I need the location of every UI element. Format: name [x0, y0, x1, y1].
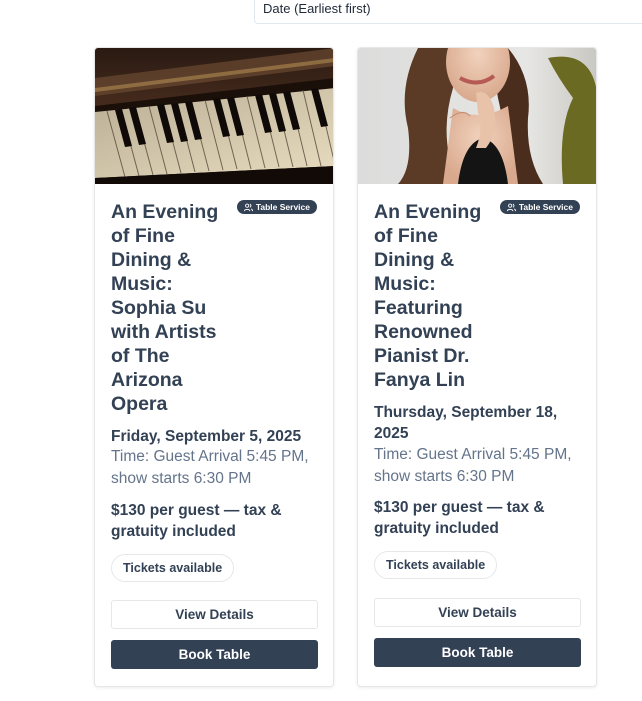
- pianist-portrait-image: [358, 48, 596, 184]
- event-card: Table Service An Evening of Fine Dining …: [357, 47, 597, 687]
- users-icon: [243, 203, 253, 211]
- event-time: Time: Guest Arrival 5:45 PM, show starts…: [111, 448, 309, 487]
- sort-select[interactable]: Date (Earliest first): [254, 0, 642, 24]
- event-date: Thursday, September 18, 2025: [374, 404, 558, 442]
- event-image-portrait[interactable]: [358, 48, 596, 184]
- event-title[interactable]: An Evening of Fine Dining & Music: Featu…: [374, 200, 490, 392]
- sort-select-value: Date (Earliest first): [263, 1, 371, 16]
- table-service-badge: Table Service: [499, 200, 580, 214]
- event-title[interactable]: An Evening of Fine Dining & Music: Sophi…: [111, 200, 227, 416]
- event-time: Time: Guest Arrival 5:45 PM, show starts…: [374, 446, 572, 485]
- users-icon: [506, 203, 516, 211]
- badge-label: Table Service: [255, 202, 310, 212]
- view-details-button[interactable]: View Details: [374, 598, 581, 627]
- event-image-piano[interactable]: [95, 48, 333, 184]
- availability-badge: Tickets available: [111, 554, 235, 582]
- availability-badge: Tickets available: [374, 551, 498, 579]
- table-service-badge: Table Service: [236, 200, 317, 214]
- event-card: Table Service An Evening of Fine Dining …: [94, 47, 334, 687]
- event-date: Friday, September 5, 2025: [111, 428, 302, 445]
- badge-label: Table Service: [518, 202, 573, 212]
- book-table-button[interactable]: Book Table: [111, 640, 318, 669]
- view-details-button[interactable]: View Details: [111, 600, 318, 629]
- event-price: $130 per guest — tax & gratuity included: [374, 499, 545, 537]
- piano-keys-image: [95, 48, 333, 184]
- event-price: $130 per guest — tax & gratuity included: [111, 502, 282, 540]
- book-table-button[interactable]: Book Table: [374, 638, 581, 667]
